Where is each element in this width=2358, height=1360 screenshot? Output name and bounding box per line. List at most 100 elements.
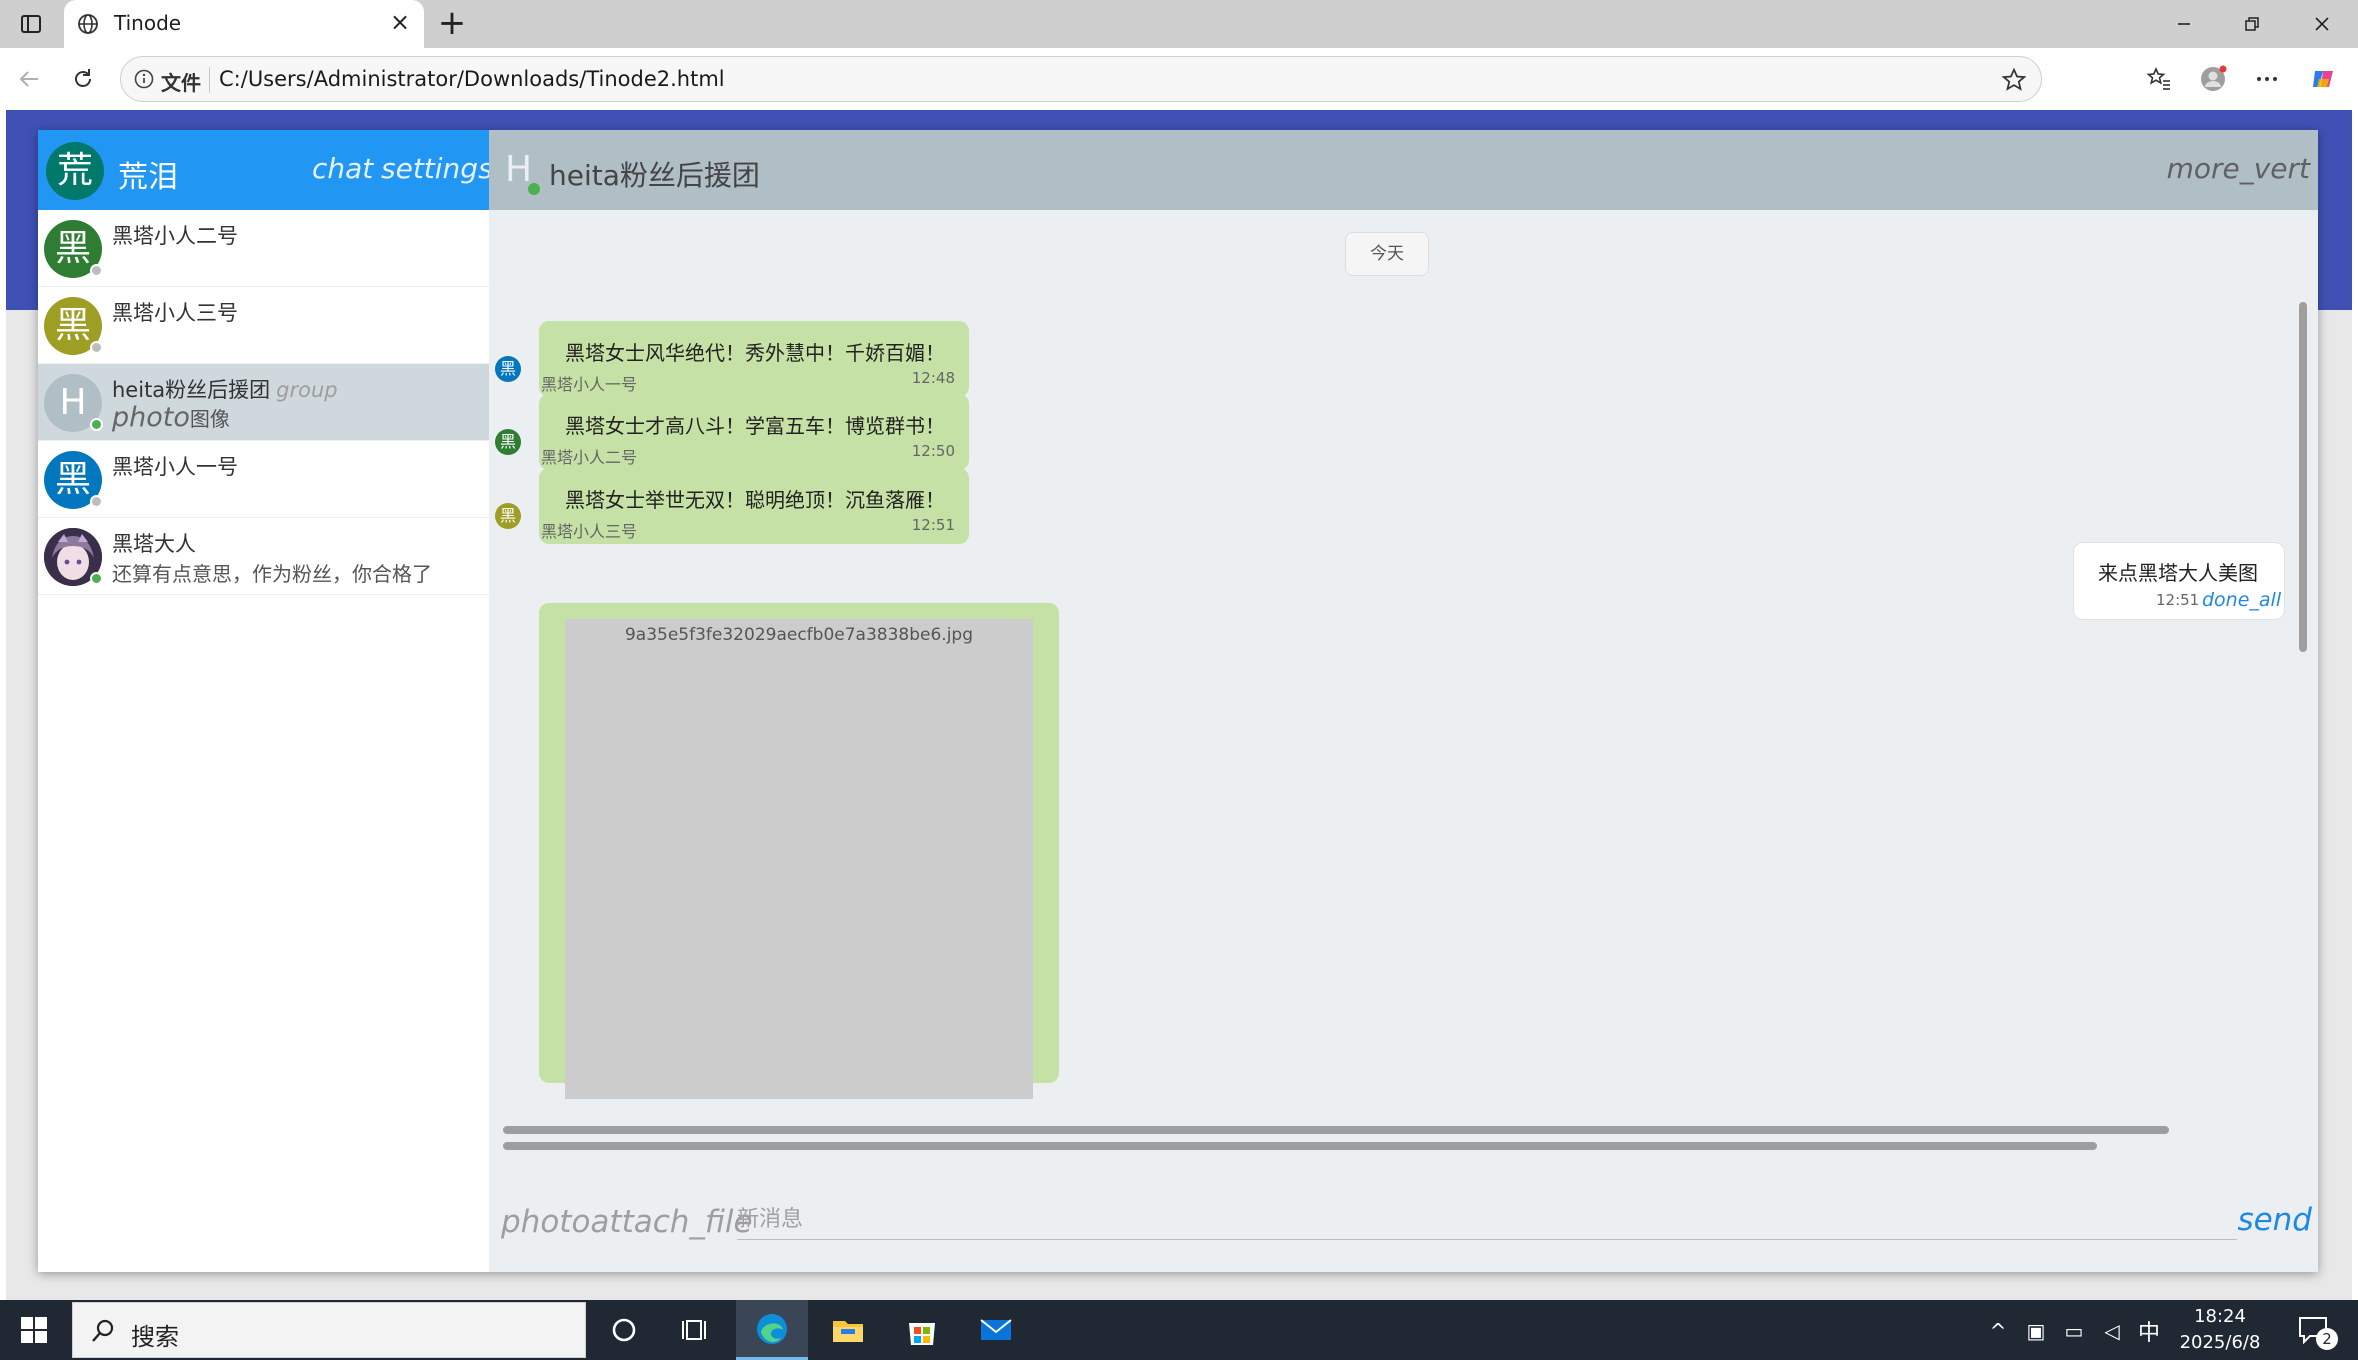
message-text: 黑塔女士风华绝代！秀外慧中！千娇百媚！ bbox=[565, 341, 945, 365]
chat-panel: H heita粉丝后援团 more_vert 今天 黑塔女士风华绝代！秀外慧中！… bbox=[489, 130, 2318, 1272]
contact-list: 黑 黑塔小人二号 黑 黑塔小人三号 H heita粉丝后援团 group phot… bbox=[38, 210, 489, 595]
tab-close-icon[interactable]: × bbox=[388, 10, 412, 34]
microsoft-store-icon[interactable] bbox=[886, 1300, 958, 1360]
url-text[interactable]: C:/Users/Administrator/Downloads/Tinode2… bbox=[219, 67, 725, 91]
vertical-scrollbar-thumb[interactable] bbox=[2299, 302, 2307, 652]
image-message-bubble[interactable]: 9a35e5f3fe32029aecfb0e7a3838be6.jpg bbox=[539, 603, 1059, 1099]
address-separator bbox=[209, 67, 210, 93]
new-tab-button[interactable]: + bbox=[436, 6, 468, 40]
info-icon[interactable] bbox=[133, 68, 155, 90]
contact-preview: photo图像 bbox=[112, 402, 230, 433]
browser-tab-bar: Tinode × + bbox=[0, 0, 2358, 48]
taskbar-search-text: 搜索 bbox=[131, 1323, 179, 1351]
chevron-up-icon[interactable]: ^ bbox=[1986, 1319, 2010, 1343]
more-options-icon[interactable] bbox=[2248, 60, 2286, 98]
send-button[interactable]: send bbox=[2237, 1202, 2312, 1238]
date-divider: 今天 bbox=[1345, 232, 1429, 276]
browser-tab[interactable]: Tinode × bbox=[64, 0, 424, 48]
clock-time: 18:24 bbox=[2194, 1306, 2246, 1327]
mail-icon[interactable] bbox=[960, 1300, 1032, 1360]
contact-item-selected[interactable]: H heita粉丝后援团 group photo图像 bbox=[38, 364, 489, 441]
status-dot bbox=[90, 572, 103, 585]
sender-avatar[interactable]: 黑 bbox=[495, 356, 521, 382]
contact-name: 黑塔小人一号 bbox=[112, 455, 238, 479]
task-view-icon[interactable] bbox=[660, 1300, 732, 1360]
settings-icon[interactable]: settings bbox=[381, 152, 493, 185]
address-bar[interactable]: 文件 C:/Users/Administrator/Downloads/Tino… bbox=[120, 56, 2042, 102]
contact-preview: 还算有点意思，作为粉丝，你合格了 bbox=[112, 562, 432, 586]
online-dot bbox=[527, 182, 541, 196]
contact-item[interactable]: 黑塔大人 还算有点意思，作为粉丝，你合格了 bbox=[38, 518, 489, 595]
network-icon[interactable]: ▭ bbox=[2062, 1319, 2086, 1343]
group-tag: group bbox=[276, 378, 338, 402]
file-explorer-icon[interactable] bbox=[812, 1300, 884, 1360]
vertical-scrollbar[interactable] bbox=[2297, 294, 2309, 924]
image-filename: 9a35e5f3fe32029aecfb0e7a3838be6.jpg bbox=[624, 625, 973, 645]
chat-icon[interactable]: chat bbox=[312, 152, 373, 185]
sidebar: 荒 荒泪 chat settings 黑 黑塔小人二号 黑 黑塔小人三号 H h… bbox=[38, 130, 493, 1272]
horizontal-scrollbar[interactable] bbox=[495, 1124, 2295, 1136]
cortana-icon[interactable] bbox=[588, 1300, 660, 1360]
refresh-icon[interactable] bbox=[64, 60, 102, 98]
horizontal-scrollbar-outer-thumb[interactable] bbox=[503, 1142, 2097, 1150]
message-time: 12:50 bbox=[911, 442, 955, 460]
sender-name: 黑塔小人二号 bbox=[541, 448, 638, 467]
self-avatar[interactable]: 荒 bbox=[46, 142, 104, 200]
sender-avatar[interactable]: 黑 bbox=[495, 429, 521, 455]
topic-header: H heita粉丝后援团 more_vert bbox=[489, 130, 2318, 210]
contact-item[interactable]: 黑 黑塔小人三号 bbox=[38, 287, 489, 364]
done-all-icon: done_all bbox=[2202, 589, 2282, 611]
message-text: 黑塔女士才高八斗！学富五车！博览群书！ bbox=[565, 414, 945, 438]
windows-start-icon[interactable] bbox=[18, 1314, 50, 1346]
sidebar-header: 荒 荒泪 chat settings bbox=[38, 130, 493, 210]
horizontal-scrollbar-thumb[interactable] bbox=[503, 1126, 2169, 1134]
ime-indicator[interactable]: 中 bbox=[2138, 1315, 2160, 1347]
tinode-app: 荒 荒泪 chat settings 黑 黑塔小人二号 黑 黑塔小人三号 H h… bbox=[38, 130, 2318, 1272]
minimize-icon[interactable] bbox=[2164, 8, 2204, 40]
sender-name: 黑塔小人三号 bbox=[541, 522, 638, 541]
volume-icon[interactable]: ◁ bbox=[2100, 1319, 2124, 1343]
message-composer: photoattach_file send bbox=[489, 1170, 2318, 1272]
web-page: 荒 荒泪 chat settings 黑 黑塔小人二号 黑 黑塔小人三号 H h… bbox=[6, 110, 2352, 1300]
more-vert-icon[interactable]: more_vert bbox=[2167, 152, 2310, 185]
message-time: 12:51 bbox=[911, 516, 955, 534]
contact-item[interactable]: 黑 黑塔小人二号 bbox=[38, 210, 489, 287]
favorite-star-icon[interactable] bbox=[2001, 67, 2027, 93]
tab-actions-icon[interactable] bbox=[16, 10, 46, 38]
sender-avatar[interactable]: 黑 bbox=[495, 503, 521, 529]
contact-item[interactable]: 黑 黑塔小人一号 bbox=[38, 441, 489, 518]
taskbar-clock[interactable]: 18:24 2025/6/8 bbox=[2170, 1304, 2270, 1356]
message-bubble-outgoing[interactable]: 来点黑塔大人美图 12:51 done_all bbox=[2073, 542, 2285, 620]
back-icon[interactable] bbox=[10, 60, 48, 98]
horizontal-scrollbar-outer[interactable] bbox=[495, 1140, 2310, 1152]
preview-text: 图像 bbox=[189, 407, 230, 431]
profile-icon[interactable] bbox=[2194, 60, 2232, 98]
windows-taskbar: 搜索 ^ ▣ ▭ ◁ 中 18:24 2025/6/8 2 bbox=[0, 1300, 2358, 1360]
contact-name: heita粉丝后援团 group bbox=[112, 374, 338, 404]
search-icon bbox=[92, 1319, 114, 1342]
image-placeholder[interactable]: 9a35e5f3fe32029aecfb0e7a3838be6.jpg bbox=[565, 619, 1033, 1099]
message-list: 今天 黑塔女士风华绝代！秀外慧中！千娇百媚！ 12:48 黑 黑塔小人一号 黑塔… bbox=[489, 210, 2318, 1160]
message-input[interactable] bbox=[737, 1200, 2237, 1240]
tab-title: Tinode bbox=[114, 11, 182, 35]
taskbar-search-box[interactable]: 搜索 bbox=[72, 1302, 586, 1358]
globe-icon bbox=[78, 14, 98, 34]
message-text: 来点黑塔大人美图 bbox=[2098, 561, 2258, 585]
message-time: 12:51 bbox=[2156, 591, 2200, 609]
contact-name: 黑塔小人二号 bbox=[112, 224, 238, 248]
topic-title[interactable]: heita粉丝后援团 bbox=[549, 154, 760, 194]
status-dot bbox=[90, 495, 103, 508]
close-window-icon[interactable] bbox=[2302, 8, 2342, 40]
browser-toolbar: 文件 C:/Users/Administrator/Downloads/Tino… bbox=[0, 48, 2358, 110]
tray-app-icon[interactable]: ▣ bbox=[2024, 1319, 2048, 1343]
message-time: 12:48 bbox=[911, 369, 955, 387]
restore-icon[interactable] bbox=[2232, 8, 2272, 40]
address-scheme-label: 文件 bbox=[161, 71, 201, 95]
system-tray: ^ ▣ ▭ ◁ 中 bbox=[1986, 1316, 2160, 1346]
favorites-icon[interactable] bbox=[2140, 60, 2178, 98]
self-name: 荒泪 bbox=[118, 160, 178, 195]
contact-name: 黑塔大人 bbox=[112, 532, 196, 556]
copilot-icon[interactable] bbox=[2304, 60, 2342, 98]
edge-browser-icon[interactable] bbox=[736, 1300, 808, 1360]
photo-attach-file-icon[interactable]: photoattach_file bbox=[501, 1204, 753, 1240]
